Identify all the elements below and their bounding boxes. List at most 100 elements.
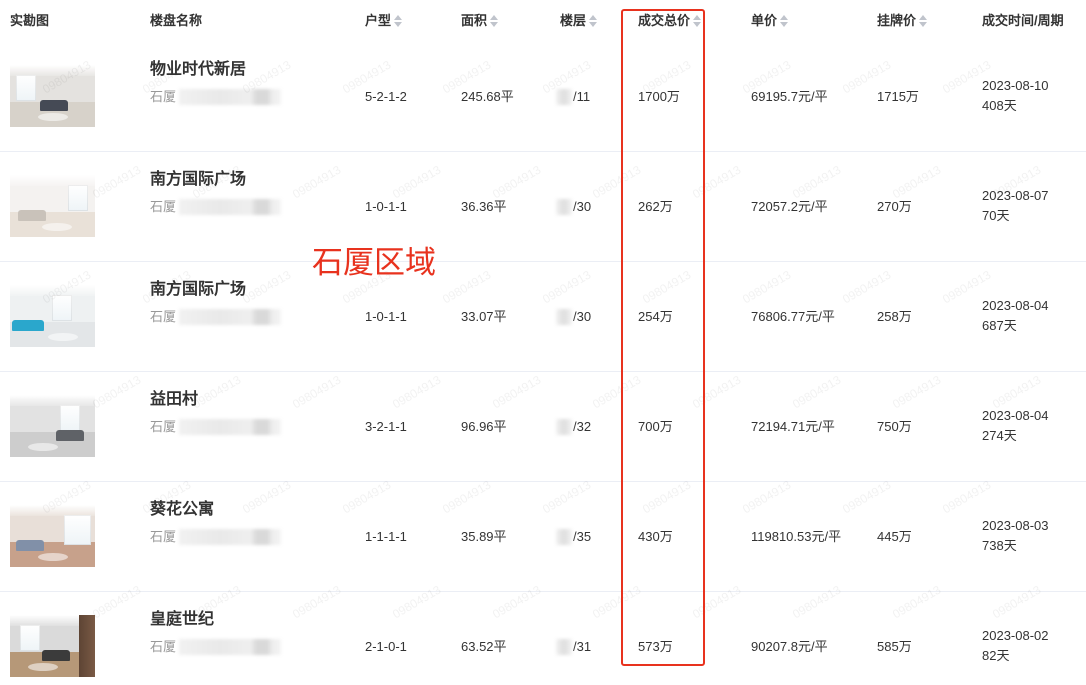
deal-date: 2023-08-04 [982, 408, 1049, 423]
property-thumbnail[interactable] [10, 395, 95, 457]
deal-date: 2023-08-02 [982, 628, 1049, 643]
header-floor-label: 楼层 [560, 13, 587, 28]
thumbnail-rug [48, 333, 78, 341]
header-floor-sort[interactable]: 楼层 [560, 0, 598, 42]
property-thumbnail[interactable] [10, 615, 95, 677]
layout-value: 5-2-1-2 [365, 89, 407, 104]
sort-icon[interactable] [780, 15, 789, 27]
header-unit-price-sort[interactable]: 单价 [751, 0, 789, 42]
deal-cycle: 408天 [982, 98, 1017, 113]
thumbnail-sofa [40, 100, 68, 111]
sort-icon[interactable] [490, 15, 499, 27]
header-area-sort[interactable]: 面积 [461, 0, 499, 42]
floor-total: /32 [573, 419, 592, 434]
property-name[interactable]: 皇庭世纪 [150, 609, 214, 631]
header-photo: 实勘图 [10, 0, 49, 42]
table-row[interactable]: 物业时代新居 石厦 5-2-1-2 245.68平 /11 1700万 6919… [0, 42, 1086, 152]
blurred-address [179, 199, 282, 215]
deal-time: 2023-08-04 687天 [982, 296, 1049, 336]
property-thumbnail[interactable] [10, 285, 95, 347]
table-header: 实勘图 楼盘名称 户型 面积 楼层 成交总价 单价 挂牌价 成交时间/周期 [0, 0, 1086, 42]
blurred-floor [556, 309, 572, 325]
header-list-price-sort[interactable]: 挂牌价 [877, 0, 928, 42]
district-label: 石厦 [150, 419, 177, 434]
thumbnail-wood-panel [79, 615, 95, 677]
thumbnail-sofa [56, 430, 84, 441]
floor-total: /35 [573, 529, 592, 544]
thumbnail-sofa [42, 650, 70, 661]
property-name[interactable]: 南方国际广场 [150, 279, 246, 301]
sort-icon[interactable] [919, 15, 928, 27]
list-price-value: 258万 [877, 309, 912, 324]
thumbnail-window [16, 75, 36, 101]
property-name[interactable]: 葵花公寓 [150, 499, 214, 521]
thumbnail-rug [28, 443, 58, 451]
table-row[interactable]: 皇庭世纪 石厦 2-1-0-1 63.52平 /31 573万 90207.8元… [0, 592, 1086, 685]
deal-time: 2023-08-02 82天 [982, 626, 1049, 666]
table-row[interactable]: 葵花公寓 石厦 1-1-1-1 35.89平 /35 430万 119810.5… [0, 482, 1086, 592]
table-row[interactable]: 益田村 石厦 3-2-1-1 96.96平 /32 700万 72194.71元… [0, 372, 1086, 482]
property-thumbnail[interactable] [10, 175, 95, 237]
list-price-value: 585万 [877, 639, 912, 654]
blurred-address [179, 529, 282, 545]
highlight-box [621, 9, 705, 666]
layout-value: 2-1-0-1 [365, 639, 407, 654]
header-layout-sort[interactable]: 户型 [365, 0, 403, 42]
list-price-value: 750万 [877, 419, 912, 434]
property-thumbnail[interactable] [10, 505, 95, 567]
district-label: 石厦 [150, 309, 177, 324]
floor-value: /30 [556, 198, 591, 216]
sort-icon[interactable] [589, 15, 598, 27]
header-name: 楼盘名称 [150, 0, 202, 42]
table-row[interactable]: 南方国际广场 石厦 1-0-1-1 36.36平 /30 262万 72057.… [0, 152, 1086, 262]
deal-date: 2023-08-04 [982, 298, 1049, 313]
deal-date: 2023-08-03 [982, 518, 1049, 533]
property-name[interactable]: 物业时代新居 [150, 59, 246, 81]
area-value: 35.89平 [461, 529, 507, 544]
header-list-price-label: 挂牌价 [877, 13, 917, 28]
unit-price-value: 119810.53元/平 [751, 529, 842, 544]
blurred-address [179, 639, 282, 655]
thumbnail-window [20, 625, 40, 651]
unit-price-value: 76806.77元/平 [751, 309, 835, 324]
header-deal-time-label: 成交时间/周期 [982, 13, 1064, 28]
list-price-value: 445万 [877, 529, 912, 544]
layout-value: 1-1-1-1 [365, 529, 407, 544]
property-name[interactable]: 南方国际广场 [150, 169, 246, 191]
floor-total: /31 [573, 639, 592, 654]
sort-icon[interactable] [394, 15, 403, 27]
property-thumbnail[interactable] [10, 65, 95, 127]
property-location: 石厦 [150, 528, 282, 546]
table-body: 物业时代新居 石厦 5-2-1-2 245.68平 /11 1700万 6919… [0, 42, 1086, 685]
blurred-address [179, 309, 282, 325]
floor-value: /30 [556, 308, 591, 326]
list-price-value: 270万 [877, 199, 912, 214]
deal-cycle: 738天 [982, 538, 1017, 553]
blurred-floor [556, 529, 572, 545]
thumbnail-sofa [18, 210, 46, 221]
district-label: 石厦 [150, 529, 177, 544]
thumbnail-window [68, 185, 88, 211]
property-name[interactable]: 益田村 [150, 389, 198, 411]
blurred-floor [556, 419, 572, 435]
unit-price-value: 72194.71元/平 [751, 419, 835, 434]
blurred-address [179, 89, 282, 105]
deal-cycle: 687天 [982, 318, 1017, 333]
thumbnail-rug [38, 553, 68, 561]
district-label: 石厦 [150, 639, 177, 654]
floor-total: /11 [573, 89, 591, 104]
deal-cycle: 274天 [982, 428, 1017, 443]
deal-cycle: 70天 [982, 208, 1010, 223]
property-location: 石厦 [150, 308, 282, 326]
layout-value: 1-0-1-1 [365, 309, 407, 324]
thumbnail-sofa [16, 540, 44, 551]
unit-price-value: 72057.2元/平 [751, 199, 828, 214]
floor-total: /30 [573, 199, 592, 214]
floor-value: /32 [556, 418, 591, 436]
blurred-address [179, 419, 282, 435]
table-row[interactable]: 南方国际广场 石厦 1-0-1-1 33.07平 /30 254万 76806.… [0, 262, 1086, 372]
header-deal-time: 成交时间/周期 [982, 0, 1064, 42]
property-location: 石厦 [150, 638, 282, 656]
thumbnail-window [64, 515, 91, 545]
header-layout-label: 户型 [365, 13, 392, 28]
